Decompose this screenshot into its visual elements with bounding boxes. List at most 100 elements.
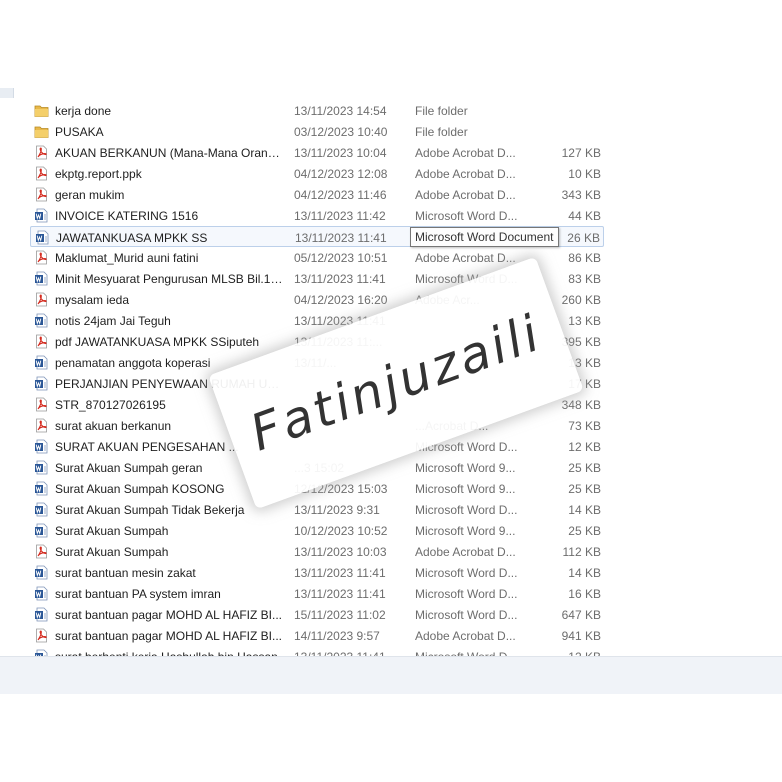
pdf-icon [34, 250, 49, 265]
file-type: Adobe Acrobat D... [415, 629, 516, 643]
file-date-modified: 04/12/2023 12:08 [294, 167, 388, 181]
file-name: surat bantuan mesin zakat [55, 566, 196, 580]
file-size: 86 KB [568, 251, 601, 265]
status-bar [0, 656, 782, 694]
file-type: Microsoft Word D... [415, 587, 518, 601]
file-size: 260 KB [561, 293, 601, 307]
file-size: 16 KB [568, 587, 601, 601]
file-size: 112 KB [562, 545, 601, 559]
file-row[interactable]: surat berhenti kerja Hasbullah bin Hassa… [30, 646, 604, 656]
file-date-modified: 13/11/2023 11:41 [294, 587, 386, 601]
file-row[interactable]: kerja done 13/11/2023 14:54 File folder [30, 100, 604, 121]
file-size: 25 KB [568, 524, 601, 538]
file-name: kerja done [55, 104, 112, 118]
file-size: 14 KB [568, 566, 601, 580]
file-row[interactable]: surat bantuan PA system imran 13/11/2023 … [30, 583, 604, 604]
word-icon [34, 502, 49, 517]
file-size: 343 KB [561, 188, 601, 202]
word-icon [34, 355, 49, 370]
file-name: surat bantuan pagar MOHD AL HAFIZ BI... [55, 608, 282, 622]
file-row[interactable]: Surat Akuan Sumpah 13/11/2023 10:03 Adobe … [30, 541, 604, 562]
file-size: 12 KB [568, 440, 601, 454]
file-name: pdf JAWATANKUASA MPKK SSiputeh [55, 335, 260, 349]
file-type: Microsoft Word D... [415, 566, 518, 580]
word-icon [34, 523, 49, 538]
pdf-icon [34, 187, 49, 202]
file-row[interactable]: surat bantuan pagar MOHD AL HAFIZ BI... 1… [30, 604, 604, 625]
word-icon [34, 313, 49, 328]
file-date-modified: 13/11/2023 10:03 [294, 545, 387, 559]
folder-icon [34, 124, 49, 139]
file-type: Microsoft Word D... [415, 608, 518, 622]
file-date-modified: 13/11/2023 11:42 [294, 209, 386, 223]
file-row[interactable]: INVOICE KATERING 1516 13/11/2023 11:42 Mic… [30, 205, 604, 226]
file-row[interactable]: surat bantuan mesin zakat 13/11/2023 11:4… [30, 562, 604, 583]
file-row[interactable]: Surat Akuan Sumpah Tidak Bekerja 13/11/20… [30, 499, 604, 520]
file-row[interactable]: PUSAKA 03/12/2023 10:40 File folder [30, 121, 604, 142]
file-date-modified: 13/11/2023 11:41 [295, 231, 387, 245]
pdf-icon [34, 544, 49, 559]
file-date-modified: 04/12/2023 16:20 [294, 293, 388, 307]
file-type: Microsoft Word D... [415, 209, 518, 223]
word-icon [34, 271, 49, 286]
word-icon [35, 230, 50, 245]
file-date-modified: 14/11/2023 9:57 [294, 629, 380, 643]
word-icon [34, 439, 49, 454]
file-date-modified: 04/12/2023 11:46 [294, 188, 387, 202]
file-type: Microsoft Word 9... [415, 461, 516, 475]
file-name: INVOICE KATERING 1516 [55, 209, 199, 223]
pdf-icon [34, 334, 49, 349]
pdf-icon [34, 145, 49, 160]
file-size: 73 KB [568, 419, 601, 433]
word-icon [34, 607, 49, 622]
file-name: surat bantuan PA system imran [55, 587, 221, 601]
file-name: geran mukim [55, 188, 125, 202]
file-size: 13 KB [568, 314, 601, 328]
file-type: Adobe Acrobat D... [415, 545, 516, 559]
word-icon [34, 586, 49, 601]
file-row[interactable]: ekptg.report.ppk 04/12/2023 12:08 Adobe Ac… [30, 163, 604, 184]
file-name: mysalam ieda [55, 293, 130, 307]
file-size: 348 KB [561, 398, 601, 412]
file-size: 44 KB [568, 209, 601, 223]
file-size: 14 KB [568, 503, 601, 517]
file-date-modified: 13/11/2023 10:04 [294, 146, 387, 160]
file-size: 941 KB [561, 629, 601, 643]
file-name: AKUAN BERKANUN (Mana-Mana Orang ... [55, 146, 283, 160]
file-type: Adobe Acrobat D... [415, 146, 516, 160]
file-row[interactable]: Surat Akuan Sumpah 10/12/2023 10:52 Micros… [30, 520, 604, 541]
file-name: Surat Akuan Sumpah [55, 545, 169, 559]
file-type: Adobe Acrobat D... [415, 251, 516, 265]
file-date-modified: 10/12/2023 10:52 [294, 524, 388, 538]
file-size: 83 KB [568, 272, 601, 286]
word-icon [34, 376, 49, 391]
file-date-modified: 13/11/2023 11:41 [294, 272, 386, 286]
file-date-modified: 05/12/2023 10:51 [294, 251, 388, 265]
file-name: ekptg.report.ppk [55, 167, 142, 181]
file-type: File folder [415, 125, 468, 139]
file-name: Maklumat_Murid auni fatini [55, 251, 199, 265]
word-icon [34, 208, 49, 223]
file-date-modified: 13/11/2023 11:41 [294, 566, 386, 580]
file-date-modified: 13/11/2023 14:54 [294, 104, 387, 118]
file-type: Microsoft Word D... [415, 503, 518, 517]
file-type-tooltip: Microsoft Word Document [410, 227, 559, 247]
file-row[interactable]: surat bantuan pagar MOHD AL HAFIZ BI... 1… [30, 625, 604, 646]
file-type: Adobe Acrobat D... [415, 167, 516, 181]
file-size: 25 KB [568, 482, 601, 496]
word-icon [34, 481, 49, 496]
file-name: Surat Akuan Sumpah [55, 524, 169, 538]
pdf-icon [34, 628, 49, 643]
file-row[interactable]: geran mukim 04/12/2023 11:46 Adobe Acrobat… [30, 184, 604, 205]
pdf-icon [34, 418, 49, 433]
file-size: 25 KB [568, 461, 601, 475]
pdf-icon [34, 166, 49, 181]
file-date-modified: 03/12/2023 10:40 [294, 125, 388, 139]
file-type: Adobe Acrobat D... [415, 188, 516, 202]
word-icon [34, 565, 49, 580]
word-icon [34, 460, 49, 475]
file-row[interactable]: AKUAN BERKANUN (Mana-Mana Orang ... 13/11… [30, 142, 604, 163]
file-size: 647 KB [561, 608, 601, 622]
folder-icon [34, 103, 49, 118]
pdf-icon [34, 397, 49, 412]
